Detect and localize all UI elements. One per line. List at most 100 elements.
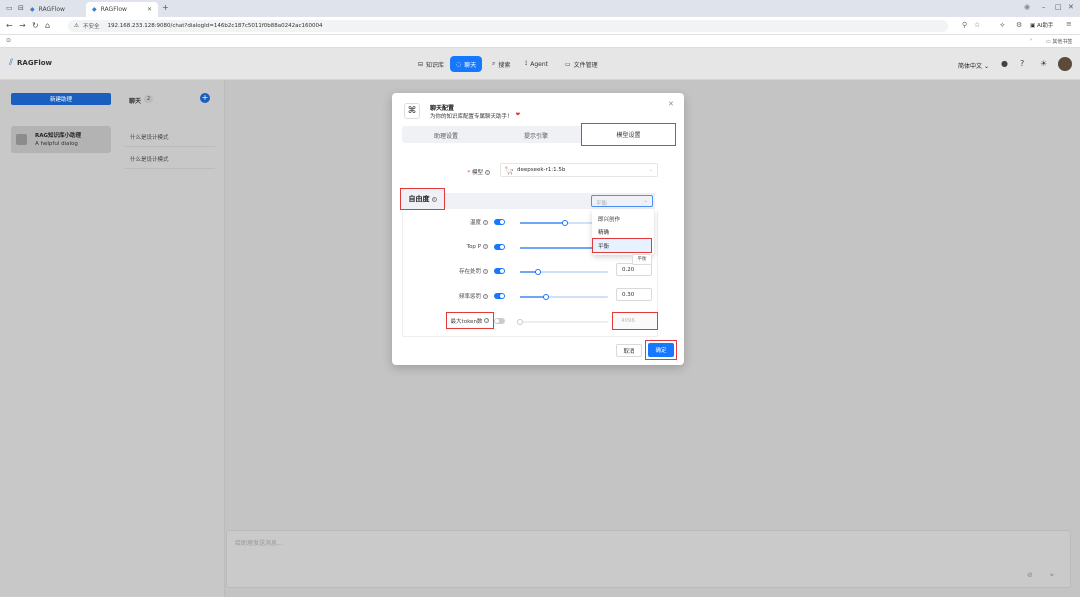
freedom-select[interactable]: 平衡 ⌄ [591, 195, 653, 207]
avatar[interactable] [1058, 57, 1072, 71]
slider-thumb[interactable] [517, 319, 523, 325]
message-input[interactable]: 给助理发送消息... [235, 538, 1055, 547]
slider-thumb[interactable] [534, 269, 541, 275]
menu-icon[interactable]: ≡ [1066, 20, 1072, 28]
help-icon[interactable]: ? [1020, 59, 1024, 68]
new-assistant-button[interactable]: 新建助理 [11, 93, 111, 105]
chat-list-item[interactable]: 什么是设计模式 [125, 127, 215, 147]
help-icon: ? [483, 220, 488, 225]
tab-prompt-engine[interactable]: 提示引擎 [524, 131, 548, 140]
theme-toggle-icon[interactable]: ☀ [1040, 59, 1047, 68]
extensions-icon[interactable]: ⟡ [1000, 21, 1005, 30]
freedom-label: 自由度? [400, 188, 445, 210]
presence-penalty-toggle[interactable] [494, 268, 505, 274]
location-icon[interactable]: ⚲ [962, 21, 967, 29]
model-field-label: * 模型? [467, 170, 490, 176]
window-icon[interactable]: ▭ [6, 4, 13, 12]
folder-icon: ▭ [1046, 39, 1051, 45]
warning-icon: ⚠ [74, 23, 79, 29]
top-p-toggle[interactable] [494, 244, 505, 250]
modal-header-icon: ⌘ [404, 103, 420, 119]
nav-chat[interactable]: ◌ 聊天 [450, 56, 483, 72]
ok-button[interactable]: 确定 [648, 343, 674, 357]
modal-title: 聊天配置 [430, 105, 455, 112]
language-select[interactable]: 简体中文 ⌄ [958, 61, 989, 70]
slider-fill [520, 222, 565, 224]
maximize-button[interactable]: □ [1055, 3, 1062, 11]
freedom-option-improvise[interactable]: 即兴创作 [598, 215, 620, 223]
address-toolbar: ← → ↻ ⌂ ⚠ 不安全 192.168.233.128:9080/chat?… [0, 17, 1080, 35]
ragflow-favicon: ◆ [92, 6, 97, 13]
chat-list-title: 聊天 [129, 98, 142, 105]
minimize-button[interactable]: – [1042, 3, 1046, 11]
ai-assistant-button[interactable]: ▣ AI助手 [1030, 21, 1053, 29]
close-tab-icon[interactable]: ✕ [147, 6, 152, 13]
star-icon[interactable]: ☆ [974, 21, 980, 29]
max-tokens-label: 最大token数? [446, 312, 494, 329]
back-icon[interactable]: ← [6, 21, 13, 30]
chat-count-badge: 2 [144, 95, 154, 103]
modal-subtitle: 为你的知识库配置专属聊天助手！ ❤ [430, 112, 521, 120]
github-icon[interactable]: ● [1001, 59, 1008, 68]
browser-tab-2[interactable]: ◆ RAGFlow ✕ [86, 2, 158, 17]
help-icon: ? [483, 269, 488, 274]
profile-icon[interactable]: ◉ [1024, 3, 1030, 11]
help-icon: ? [485, 170, 490, 175]
browser-tab-1[interactable]: ◆ RAGFlow [24, 2, 84, 17]
chat-icon: ◌ [456, 60, 462, 68]
chat-list-item[interactable]: 什么是设计模式 [125, 149, 215, 169]
folder-icon: ▭ [565, 60, 571, 68]
frequency-penalty-input[interactable]: 0.30 [616, 288, 652, 301]
max-tokens-toggle[interactable] [494, 318, 505, 324]
cancel-button[interactable]: 取消 [616, 344, 642, 357]
help-icon: ? [431, 196, 437, 202]
nav-search[interactable]: ⌕ 搜索 [486, 56, 516, 72]
assistant-name: RAG知识库小助理 [35, 133, 82, 139]
frequency-penalty-toggle[interactable] [494, 293, 505, 299]
url-input[interactable]: ⚠ 不安全 192.168.233.128:9080/chat?dialogId… [68, 20, 948, 32]
chevron-right-icon[interactable]: › [1030, 37, 1032, 43]
tab-model-settings[interactable]: 模型设置 [581, 123, 676, 146]
nav-file-management[interactable]: ▭ 文件管理 [559, 56, 604, 72]
forward-icon[interactable]: → [19, 21, 26, 30]
freedom-option-precise[interactable]: 精确 [598, 228, 609, 236]
freedom-tooltip: 平衡 [632, 254, 652, 265]
agent-icon: ⟟ [525, 60, 528, 67]
tab-list-icon[interactable]: ⊟ [18, 4, 24, 12]
other-bookmarks[interactable]: ▭ 其他书签 [1046, 38, 1072, 45]
attach-icon[interactable]: ⊘ [1027, 571, 1033, 579]
nav-agent[interactable]: ⟟ Agent [519, 56, 554, 72]
param-row-temperature: 温度? [402, 214, 505, 230]
app-logo[interactable]: ⫽ RAGFlow [9, 58, 52, 68]
window-close-button[interactable]: ✕ [1068, 3, 1074, 11]
database-icon: ⊟ [418, 60, 424, 68]
model-select[interactable]: 🦙 deepseek-r1:1.5b ⌄ [500, 163, 658, 177]
home-icon[interactable]: ⌂ [45, 21, 50, 30]
param-row-frequency-penalty: 频率惩罚? [402, 288, 505, 304]
slider-thumb[interactable] [562, 220, 568, 226]
freedom-option-balanced[interactable]: 平衡 [592, 238, 652, 253]
reload-icon[interactable]: ↻ [32, 21, 39, 30]
add-chat-icon[interactable]: + [200, 93, 210, 103]
max-tokens-slider[interactable] [517, 319, 608, 325]
frequency-penalty-slider[interactable] [520, 294, 608, 300]
temperature-toggle[interactable] [494, 219, 505, 225]
new-tab-button[interactable]: + [162, 3, 169, 12]
modal-close-icon[interactable]: ✕ [668, 100, 674, 108]
tab-assistant-settings[interactable]: 助理设置 [434, 131, 458, 140]
param-row-presence-penalty: 存在处罚? [402, 263, 505, 279]
ragflow-favicon: ◆ [30, 6, 35, 13]
chat-config-modal: ⌘ 聊天配置 为你的知识库配置专属聊天助手！ ❤ ✕ 助理设置 提示引擎 模型设… [392, 93, 684, 365]
settings-icon[interactable]: ⚙ [1016, 21, 1022, 29]
nav-knowledge-base[interactable]: ⊟ 知识库 [412, 56, 450, 72]
slider-fill [520, 247, 597, 249]
assistant-card[interactable]: RAG知识库小助理 A helpful dialog [11, 126, 111, 153]
ragflow-logo-icon: ⫽ [9, 58, 14, 68]
model-icon: 🦙 [504, 165, 514, 175]
max-tokens-input[interactable]: 4096 [612, 312, 658, 330]
param-row-top-p: Top P? [402, 239, 505, 255]
help-icon: ? [484, 318, 490, 323]
assistant-avatar [16, 134, 27, 145]
presence-penalty-slider[interactable] [520, 269, 608, 275]
send-icon[interactable]: ➢ [1049, 571, 1055, 579]
